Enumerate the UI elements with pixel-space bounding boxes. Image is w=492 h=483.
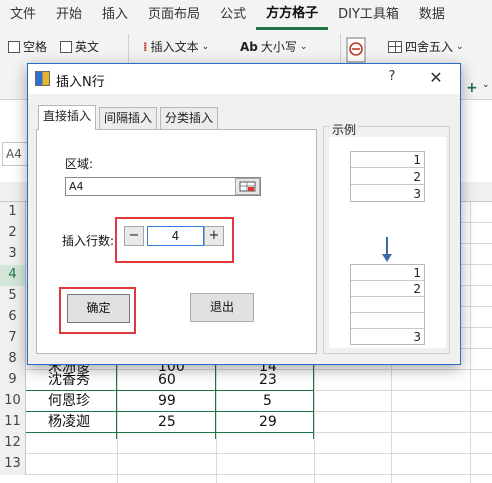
example-cell: 3 xyxy=(413,187,421,201)
tab-home[interactable]: 开始 xyxy=(46,0,92,30)
example-preview: 1 2 3 1 2 3 xyxy=(329,137,446,348)
case-icon: Ab xyxy=(240,39,258,54)
tab-fangfang-gezi[interactable]: 方方格子 xyxy=(256,0,329,30)
name-cell[interactable]: 沈香秀 xyxy=(48,370,90,391)
value-cell[interactable]: 99 xyxy=(158,391,176,412)
space-checkbox-item[interactable]: 空格 xyxy=(8,38,47,55)
example-cell: 3 xyxy=(413,330,421,344)
example-cell: 1 xyxy=(351,152,424,168)
row-number[interactable]: 6 xyxy=(0,307,26,328)
chevron-down-icon[interactable]: ⌄ xyxy=(482,80,490,90)
range-picker-button[interactable] xyxy=(235,178,260,195)
row-number[interactable]: 8 xyxy=(0,349,26,370)
row-number[interactable]: 1 xyxy=(0,202,26,223)
value-cell[interactable]: 23 xyxy=(259,370,277,391)
range-input[interactable]: A4 xyxy=(65,177,261,196)
name-cell[interactable]: 杨凌迦 xyxy=(48,412,90,433)
example-cell xyxy=(351,313,424,329)
example-before-table: 1 2 3 xyxy=(350,151,425,202)
example-cell: 1 xyxy=(351,265,424,281)
ribbon-tab-bar: 文件 开始 插入 页面布局 公式 方方格子 DIY工具箱 数据 xyxy=(0,0,492,30)
value-cell[interactable]: 29 xyxy=(259,412,277,433)
row-number[interactable]: 4 xyxy=(0,265,26,286)
table-row: 9 沈香秀 60 23 xyxy=(0,370,492,391)
table-border xyxy=(26,432,314,433)
tab-page-layout[interactable]: 页面布局 xyxy=(138,0,210,30)
tab-formulas[interactable]: 公式 xyxy=(210,0,256,30)
insert-text-icon: ⁞ xyxy=(143,39,148,54)
grid-icon xyxy=(388,40,402,53)
help-button[interactable]: ? xyxy=(382,69,402,89)
english-checkbox[interactable] xyxy=(60,40,72,53)
row-number[interactable]: 11 xyxy=(0,412,26,433)
space-label: 空格 xyxy=(23,40,48,54)
insert-text-label: 插入文本 xyxy=(150,40,199,54)
app-icon xyxy=(35,71,50,86)
round-label: 四舍五入 xyxy=(405,40,454,54)
name-cell[interactable]: 何恩珍 xyxy=(48,391,90,412)
value-cell[interactable]: 60 xyxy=(158,370,176,391)
row-number[interactable]: 7 xyxy=(0,328,26,349)
exit-button[interactable]: 退出 xyxy=(190,293,254,322)
close-button[interactable]: ✕ xyxy=(424,68,448,90)
english-label: 英文 xyxy=(75,40,100,54)
row-number[interactable]: 12 xyxy=(0,433,26,454)
arrow-head-icon xyxy=(382,254,392,262)
dialog-title: 插入N行 xyxy=(56,75,105,90)
row-number[interactable]: 2 xyxy=(0,223,26,244)
row-number[interactable]: 5 xyxy=(0,286,26,307)
row-number[interactable]: 3 xyxy=(0,244,26,265)
table-border xyxy=(215,357,216,439)
row-number[interactable]: 10 xyxy=(0,391,26,412)
table-border xyxy=(313,357,314,439)
chevron-down-icon: ⌄ xyxy=(456,41,464,52)
chevron-down-icon: ⌄ xyxy=(201,41,210,52)
tab-data[interactable]: 数据 xyxy=(409,0,455,30)
tab-category-insert[interactable]: 分类插入 xyxy=(160,107,218,129)
insert-n-rows-dialog: 插入N行 ? ✕ 直接插入 间隔插入 分类插入 区域: A4 插入行数: − 4… xyxy=(27,63,461,365)
rows-count-label: 插入行数: xyxy=(62,234,115,248)
example-after-table: 1 2 3 xyxy=(350,264,425,345)
tab-direct-insert[interactable]: 直接插入 xyxy=(38,105,96,130)
tab-diy-toolbox[interactable]: DIY工具箱 xyxy=(328,0,409,30)
dialog-body: 直接插入 间隔插入 分类插入 区域: A4 插入行数: − 4 + 确定 退出 xyxy=(28,94,460,364)
table-border xyxy=(26,390,314,391)
case-button[interactable]: Ab 大小写 ⌄ xyxy=(240,38,307,55)
tab-insert[interactable]: 插入 xyxy=(92,0,138,30)
highlight-box xyxy=(59,287,136,334)
tab-file[interactable]: 文件 xyxy=(0,0,46,30)
space-checkbox[interactable] xyxy=(8,40,20,53)
english-checkbox-item[interactable]: 英文 xyxy=(60,38,99,55)
example-cell: 2 xyxy=(351,169,424,185)
tab-panel: 区域: A4 插入行数: − 4 + 确定 退出 xyxy=(36,129,317,354)
value-cell[interactable]: 25 xyxy=(158,412,176,433)
range-label: 区域: xyxy=(65,157,94,171)
table-border xyxy=(26,411,314,412)
row-number[interactable]: 9 xyxy=(0,370,26,391)
table-row: 13 xyxy=(0,454,492,475)
column-gridline xyxy=(470,202,471,483)
value-cell[interactable]: 5 xyxy=(263,391,272,412)
highlight-box xyxy=(115,217,234,263)
example-cell xyxy=(351,297,424,313)
example-cell: 2 xyxy=(351,281,424,297)
row-number[interactable]: 13 xyxy=(0,454,26,475)
round-button[interactable]: 四舍五入 ⌄ xyxy=(388,38,464,55)
table-border xyxy=(116,357,117,439)
table-row: 12 xyxy=(0,433,492,454)
range-select-icon xyxy=(239,181,256,192)
table-row: 11 杨凌迦 25 29 xyxy=(0,412,492,433)
chevron-down-icon: ⌄ xyxy=(299,41,308,52)
add-icon[interactable]: + xyxy=(466,80,478,96)
dialog-title-bar[interactable]: 插入N行 ? ✕ xyxy=(28,64,460,94)
example-label: 示例 xyxy=(330,121,359,138)
case-label: 大小写 xyxy=(260,40,297,54)
insert-text-button[interactable]: ⁞ 插入文本 ⌄ xyxy=(143,38,209,55)
tab-interval-insert[interactable]: 间隔插入 xyxy=(99,107,157,129)
table-row: 10 何恩珍 99 5 xyxy=(0,391,492,412)
